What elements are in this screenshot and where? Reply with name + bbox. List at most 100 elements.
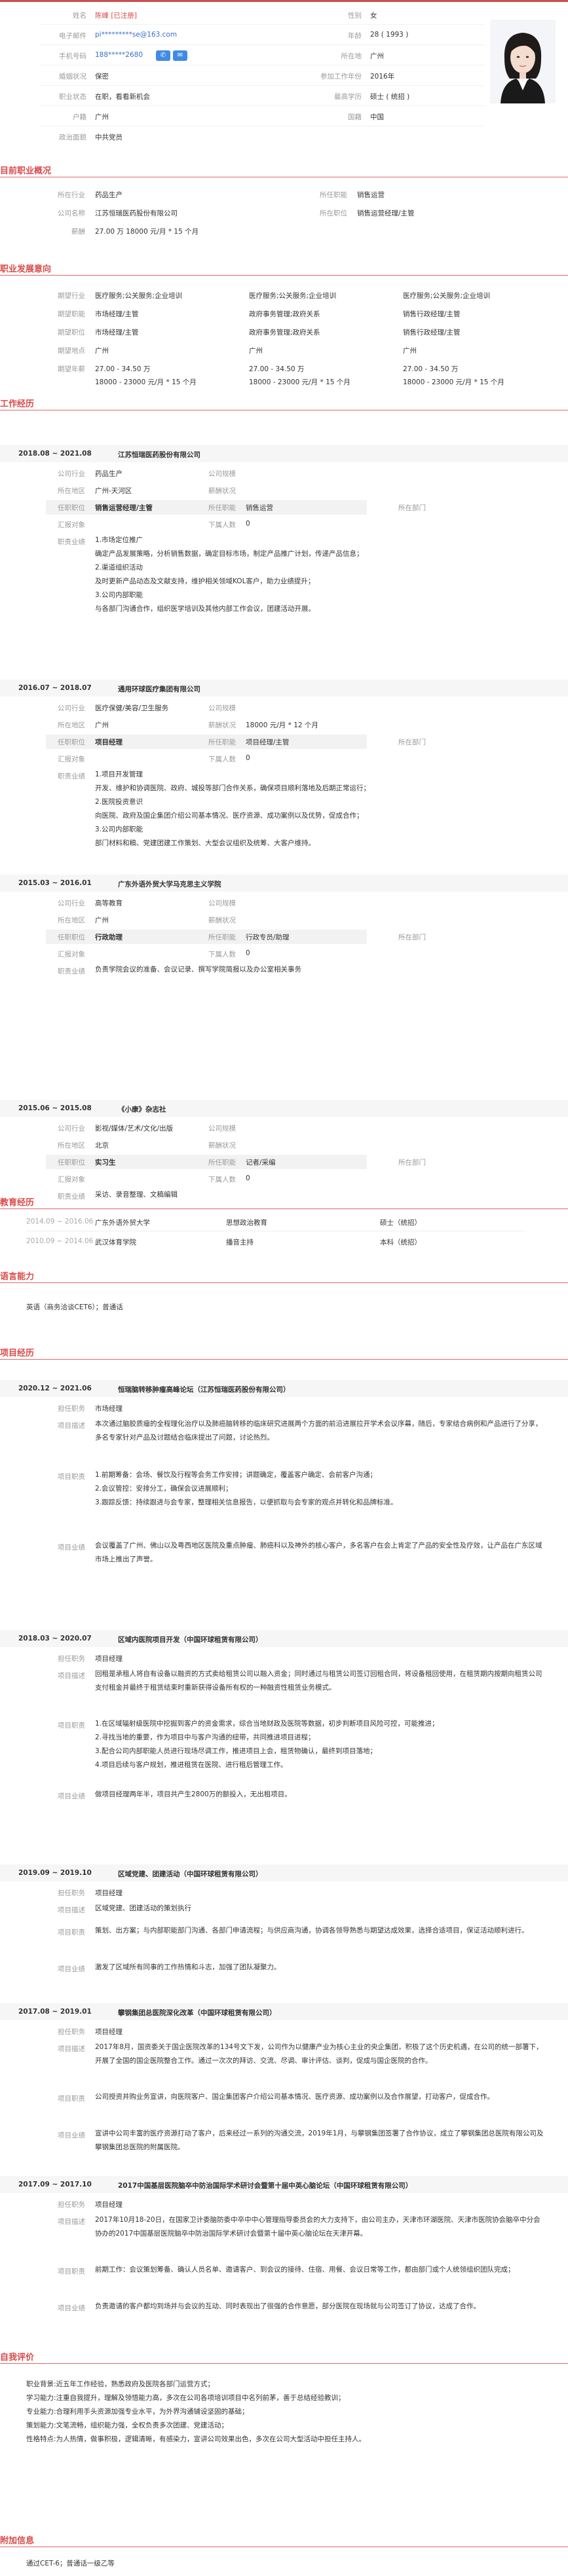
field-value: 实习生: [95, 1159, 116, 1167]
field-value: 销售运营: [357, 191, 385, 199]
field-value: 18000 元/月 * 12 个月: [246, 721, 318, 729]
basic-row: 电子邮件 pi*********se@163.com 年龄 28 ( 1993 ): [0, 26, 485, 45]
project-duty-text: 1.在区域辐射级医院中挖掘到客户的资金需求，综合当地财政及医院等数据，初步判断项…: [95, 1720, 439, 1769]
section-title-education: 教育经历: [0, 1198, 35, 1208]
field-label: 汇报对象: [58, 755, 85, 763]
field-label: 所在部门: [398, 738, 426, 746]
field-label: 项目业绩: [58, 2304, 85, 2312]
section-divider: [0, 1359, 568, 1360]
field-label: 项目职责: [58, 1722, 85, 1730]
work-entry-header: 2015.03 ~ 2016.01 广东外语外贸大学马克思主义学院: [0, 875, 568, 892]
basic-value: 2016年: [370, 73, 395, 81]
field-label: 任职职位: [58, 1159, 85, 1167]
work-entry-header: 2016.07 ~ 2018.07 通用环球医疗集团有限公司: [0, 680, 568, 697]
field-value: 药品生产: [95, 191, 123, 199]
project-duty-text: 前期工作：会议策划筹备、确认人员名单、邀请客户、到会议的接待、住宿、用餐、会议日…: [95, 2266, 515, 2274]
field-label: 期望行业: [58, 292, 85, 300]
project-result-text: 负责邀请的客户都均到场并与会议的互动、同时表现出了很强的合作意愿，部分医院在现场…: [95, 2302, 480, 2310]
work-company: 江苏恒瑞医药股份有限公司: [118, 451, 200, 459]
field-label: 所在地区: [58, 916, 85, 924]
field-label: 公司行业: [58, 899, 85, 907]
field-label: 公司规模: [208, 899, 236, 907]
basic-label: 手机号码: [59, 52, 86, 60]
field-label: 所任职能: [208, 504, 236, 512]
field-label: 公司规模: [208, 470, 236, 478]
intention-value: 政府事务管理;政府关系: [249, 329, 320, 336]
section-divider: [0, 1208, 568, 1209]
intention-value: 销售行政经理/主管: [403, 310, 461, 318]
intention-value: 销售行政经理/主管: [403, 329, 461, 336]
work-company: 通用环球医疗集团有限公司: [118, 685, 200, 693]
project-duty-text: 策划、出方案；与内部职能部门沟通、各部门申请流程；与供应商沟通，协调各领导熟悉与…: [95, 1927, 529, 1934]
project-result-text: 激发了区域所有同事的工作热情和斗志，加强了团队凝聚力。: [95, 1963, 281, 1971]
field-label: 公司名称: [58, 209, 85, 217]
project-entry-header: 2020.12 ~ 2021.06 恒瑞脑转移肿瘤高峰论坛（江苏恒瑞医药股份有限公…: [0, 1380, 568, 1397]
language-text: 英语（商务洽谈CET6）；普通话: [26, 1303, 123, 1311]
field-value: 项目经理: [95, 2201, 123, 2209]
intention-value: 广州: [249, 347, 263, 355]
section-title-language: 语言能力: [0, 1272, 35, 1282]
phone-icon[interactable]: ✆: [156, 50, 170, 61]
field-label: 项目业绩: [58, 1965, 85, 1973]
intention-value: 医疗服务;公关服务;企业培训: [403, 292, 491, 300]
edu-major: 播音主持: [226, 1239, 254, 1246]
edu-period: 2010.09 ~ 2014.06: [26, 1237, 94, 1245]
project-name: 2017中国基层医院脑卒中防治国际学术研讨会暨第十届中英心脑论坛（中国环球租赁有…: [118, 2182, 413, 2190]
field-label: 汇报对象: [58, 951, 85, 958]
work-company: 《小康》杂志社: [118, 1106, 166, 1114]
work-duty-text: 1.市场定位推广 确定产品发展策略，分析销售数据，确定目标市场，制定产品推广计划…: [95, 536, 364, 613]
field-label: 所在行业: [58, 191, 85, 199]
field-label: 薪酬状况: [208, 721, 236, 729]
basic-label: 电子邮件: [59, 32, 86, 40]
project-result-text: 宣讲中公司丰富的医疗资源打动了客户，后来经过一系列的沟通交流，2019年1月，与…: [95, 2130, 544, 2151]
field-value: 高等教育: [95, 899, 123, 907]
field-label: 公司规模: [208, 704, 236, 712]
basic-label: 国籍: [348, 113, 362, 121]
field-label: 公司行业: [58, 470, 85, 478]
intention-value: 政府事务管理;政府关系: [249, 310, 320, 318]
field-label: 汇报对象: [58, 521, 85, 529]
field-label: 所在部门: [398, 934, 426, 941]
field-value: 项目经理/主管: [246, 738, 290, 746]
section-divider: [0, 275, 568, 276]
field-label: 所任职能: [208, 738, 236, 746]
field-value: 27.00 万 18000 元/月 * 15 个月: [95, 228, 199, 236]
field-label: 公司行业: [58, 1125, 85, 1133]
field-label: 所在地区: [58, 487, 85, 495]
avatar-photo-icon: [490, 20, 556, 103]
project-desc-text: 区域党建、团建活动的策划执行: [95, 1904, 191, 1912]
field-value: 医疗保健/美容/卫生服务: [95, 704, 169, 712]
edu-school: 广东外语外贸大学: [95, 1219, 150, 1227]
project-entry-header: 2019.09 ~ 2019.10 区域党建、团建活动（中国环球租赁有限公司）: [0, 1864, 568, 1881]
intention-value: 18000 - 23000 元/月 * 15 个月: [249, 378, 350, 386]
intention-value: 18000 - 23000 元/月 * 15 个月: [403, 378, 504, 386]
sms-icon[interactable]: ✉: [173, 50, 187, 61]
intention-value: 27.00 - 34.50 万: [95, 365, 151, 373]
candidate-name: 陈峰 [已注册]: [95, 12, 138, 20]
field-label: 所任职能: [320, 191, 347, 199]
project-result-text: 会议覆盖了广州、佛山以及粤西地区医院及重点肿瘤、肺癌科以及神外的核心客户，多名客…: [95, 1542, 542, 1563]
basic-value[interactable]: 188*****2680: [95, 51, 143, 59]
avatar-photo: [490, 20, 556, 103]
basic-label: 职业状态: [59, 93, 86, 101]
field-value: 项目经理: [95, 1889, 123, 1897]
field-value: 销售运营经理/主管: [357, 209, 415, 217]
field-value: 0: [246, 520, 250, 528]
row-divider: [39, 105, 485, 106]
field-value: 销售运营经理/主管: [95, 504, 153, 512]
project-period: 2020.12 ~ 2021.06: [18, 1385, 92, 1392]
edu-major: 思想政治教育: [226, 1219, 267, 1227]
basic-row: 婚姻状况 保密 参加工作年份 2016年: [0, 67, 485, 85]
field-label: 项目职责: [58, 2095, 85, 2103]
basic-value[interactable]: pi*********se@163.com: [95, 31, 177, 39]
intention-value: 27.00 - 34.50 万: [403, 365, 459, 373]
field-value: 行政助理: [95, 934, 123, 941]
section-title-self-eval: 自我评价: [0, 2353, 35, 2363]
field-label: 所任职能: [208, 934, 236, 941]
field-label: 担任职务: [58, 2201, 85, 2209]
field-value: 广州: [95, 916, 109, 924]
basic-label: 参加工作年份: [320, 73, 362, 81]
intention-value: 广州: [403, 347, 417, 355]
edu-degree: 本科（统招）: [380, 1239, 421, 1246]
intention-value: 18000 - 23000 元/月 * 15 个月: [95, 378, 197, 386]
